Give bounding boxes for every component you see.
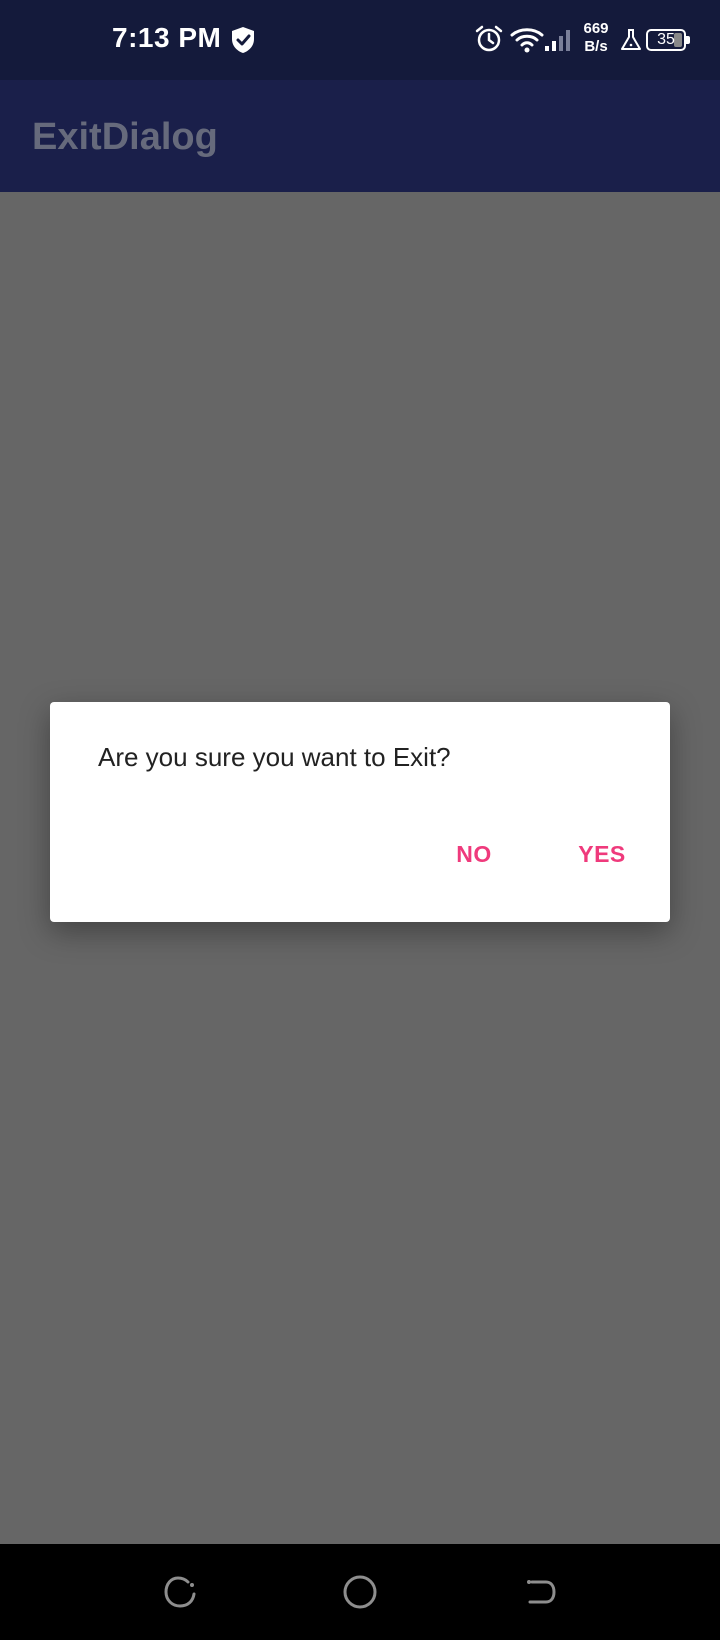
flask-icon xyxy=(621,29,641,50)
network-speed-unit: B/s xyxy=(584,38,608,55)
exit-dialog: Are you sure you want to Exit? NO YES xyxy=(50,702,670,922)
no-button[interactable]: NO xyxy=(430,832,518,876)
battery-level: 35 xyxy=(657,31,675,48)
dialog-message: Are you sure you want to Exit? xyxy=(98,742,451,772)
app-title: ExitDialog xyxy=(32,116,218,158)
back-icon[interactable] xyxy=(520,1572,560,1612)
status-bar: 7:13 PM 669 B/s 35 xyxy=(0,0,720,80)
app-bar: ExitDialog xyxy=(0,80,720,192)
home-icon[interactable] xyxy=(340,1572,380,1612)
signal-icon xyxy=(545,30,570,51)
alarm-icon xyxy=(475,25,503,52)
recent-apps-icon[interactable] xyxy=(160,1572,200,1612)
network-speed-value: 669 xyxy=(583,20,609,37)
shield-icon xyxy=(232,27,254,53)
yes-button[interactable]: YES xyxy=(552,832,652,876)
status-time: 7:13 PM xyxy=(112,22,222,53)
network-speed: 669 B/s xyxy=(578,20,614,56)
wifi-icon xyxy=(510,28,544,53)
battery-icon: 35 xyxy=(646,29,690,51)
navigation-bar xyxy=(0,1544,720,1640)
